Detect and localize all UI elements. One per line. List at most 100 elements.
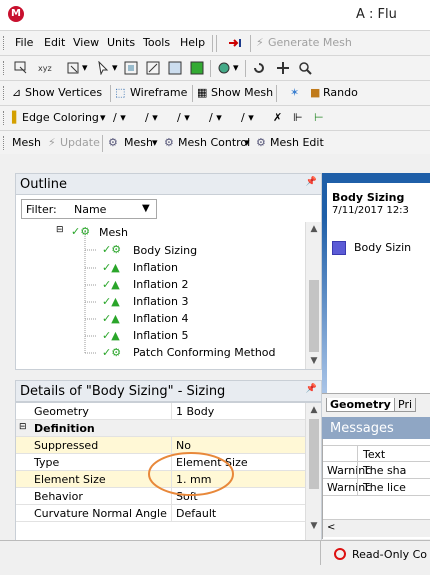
inflation-5-icon: ✓▲ [102,329,120,342]
zoom-icon[interactable] [298,61,312,75]
messages-table: Text Warninc The sha Warninc The lice < [322,439,430,539]
menu-bar: File Edit View Units Tools Help ⚡ Genera… [0,30,430,55]
highlight-circle [148,452,234,496]
edge-style-4-icon[interactable]: ∕ ▾ [209,111,222,124]
edge-style-1-icon[interactable]: ∕ ▾ [113,111,126,124]
collapse-icon[interactable]: ⊟ [56,225,64,235]
display-toolbar: ⊿ Show Vertices ⬚ Wireframe ▦ Show Mesh … [0,80,430,105]
details-row[interactable]: Curvature Normal Angle Default [16,505,307,522]
pan-icon[interactable] [276,61,290,75]
svg-text:xyz: xyz [38,64,52,73]
row-value: Default [176,507,217,520]
tree-item-inflation-3[interactable]: Inflation 3 [133,295,188,308]
pointer-select-icon[interactable] [14,61,28,75]
mesh-control-button[interactable]: Mesh Control [178,136,250,149]
details-section[interactable]: ⊟ Definition [16,420,307,437]
edge-style-2-icon[interactable]: ∕ ▾ [145,111,158,124]
cursor-icon[interactable] [96,61,110,75]
messages-title: Messages [330,421,394,436]
edge-direction-icon[interactable]: ⊩ [293,111,303,124]
row-label: Behavior [34,490,83,503]
generate-mesh-button[interactable]: Generate Mesh [268,36,352,49]
scroll-down-icon[interactable]: ▼ [306,356,321,366]
row-value: 1 Body [176,405,215,418]
edge-coloring-icon: ▌ [12,111,21,124]
update-button[interactable]: Update [60,136,100,149]
mesh-edit-icon: ⚙ [256,136,266,149]
body-sizing-icon: ✓⚙ [102,243,122,256]
edge-style-5-icon[interactable]: ∕ ▾ [241,111,254,124]
scroll-thumb[interactable] [309,419,319,489]
inflation-3-icon: ✓▲ [102,295,120,308]
mesh-toolbar: Mesh ⚡ Update ⚙ Mesh ▾ ⚙ Mesh Control ▾ … [0,130,430,154]
pin-icon[interactable]: 📌 [306,384,317,394]
select-face-icon[interactable] [124,61,138,75]
show-vertices-button[interactable]: Show Vertices [25,86,102,99]
app-logo-icon: M [8,6,24,22]
scroll-up-icon[interactable]: ▲ [306,405,321,415]
edge-connect-icon[interactable]: ⊢ [314,111,324,124]
message-row[interactable]: Warninc The sha [323,462,430,479]
tree-item-body-sizing[interactable]: Body Sizing [133,244,197,257]
menu-file[interactable]: File [15,36,33,49]
tree-item-patch-conforming[interactable]: Patch Conforming Method [133,346,276,359]
graphics-viewport[interactable]: Body Sizing 7/11/2017 12:3 Body Sizin [322,173,430,393]
section-label: Definition [34,422,95,435]
wireframe-button[interactable]: Wireframe [130,86,187,99]
show-mesh-icon: ▦ [197,86,208,99]
random-colors-icon: ✶ [290,86,300,99]
menu-edit[interactable]: Edit [44,36,65,49]
random-colors-button[interactable]: Rando [323,86,358,99]
thick-edge-icon[interactable]: ✗ [273,111,282,124]
details-title: Details of "Body Sizing" - Sizing [20,384,226,399]
title-bar: M A : Flu [0,0,430,30]
pin-icon[interactable]: 📌 [306,177,317,187]
tab-print-preview[interactable]: Pri [394,398,417,412]
tree-item-mesh[interactable]: Mesh [99,226,128,239]
graphics-date: 7/11/2017 12:3 [332,205,409,216]
coordinate-icon[interactable]: xyz [38,61,52,75]
menu-help[interactable]: Help [180,36,205,49]
details-row[interactable]: Geometry 1 Body [16,403,307,420]
menu-tools[interactable]: Tools [143,36,170,49]
edge-style-3-icon[interactable]: ∕ ▾ [177,111,190,124]
show-mesh-button[interactable]: Show Mesh [211,86,273,99]
details-scrollbar[interactable]: ▲ ▼ [305,403,321,553]
select-vertex-icon[interactable] [190,61,204,75]
view-tabs: Geometry Pri [322,393,430,417]
tree-item-inflation[interactable]: Inflation [133,261,178,274]
tab-geometry[interactable]: Geometry [326,398,395,412]
connect-icon[interactable] [228,36,242,50]
rotate-icon[interactable] [252,61,266,75]
generate-mesh-icon: ⚡ [256,36,264,49]
filter-select[interactable]: Filter: Name ▼ [21,199,157,219]
scroll-left-icon[interactable]: < [327,522,335,533]
extend-selection-icon[interactable] [217,61,231,75]
message-row[interactable]: Warninc The lice [323,479,430,496]
tree-item-inflation-2[interactable]: Inflation 2 [133,278,188,291]
messages-header: Messages [322,417,430,439]
scroll-down-icon[interactable]: ▼ [306,521,321,531]
menu-units[interactable]: Units [107,36,135,49]
tree-item-inflation-4[interactable]: Inflation 4 [133,312,188,325]
select-body-icon[interactable] [168,61,182,75]
details-header: Details of "Body Sizing" - Sizing 📌 [15,380,322,402]
outline-scrollbar[interactable]: ▲ ▼ [305,222,321,369]
mesh-edit-button[interactable]: Mesh Edit [270,136,324,149]
collapse-icon[interactable]: ⊟ [19,422,27,432]
tree-item-inflation-5[interactable]: Inflation 5 [133,329,188,342]
messages-hscrollbar[interactable]: < [323,519,430,537]
patch-method-icon: ✓⚙ [102,346,122,359]
graphics-title: Body Sizing [332,191,405,204]
scroll-up-icon[interactable]: ▲ [306,224,321,234]
inflation-icon: ✓▲ [102,261,120,274]
filter-label: Filter: [26,203,57,216]
select-mode-icon[interactable] [66,61,80,75]
mesh-node-icon: ✓⚙ [71,225,91,238]
edge-coloring-button[interactable]: Edge Coloring [22,111,99,124]
update-icon: ⚡ [48,136,56,149]
mesh-dropdown-button[interactable]: Mesh [124,136,153,149]
menu-view[interactable]: View [73,36,99,49]
select-edge-icon[interactable] [146,61,160,75]
scroll-thumb[interactable] [309,280,319,352]
